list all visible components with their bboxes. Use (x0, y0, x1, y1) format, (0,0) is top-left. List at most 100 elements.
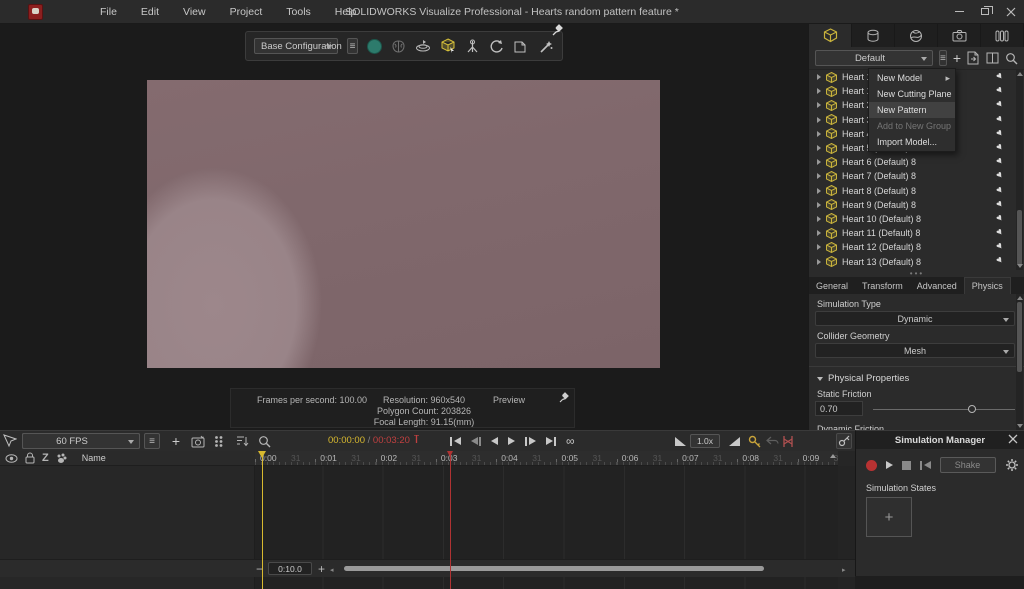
tab-appearances[interactable] (852, 24, 895, 47)
record-button[interactable] (866, 459, 877, 471)
menu-item[interactable]: Tools (274, 0, 323, 24)
context-menu-item[interactable]: New Model ▸ (869, 70, 955, 86)
property-tab[interactable]: General (809, 279, 855, 294)
add-model-button[interactable]: + (953, 50, 961, 66)
scroll-down-icon[interactable] (1017, 424, 1023, 428)
menu-item[interactable]: View (171, 0, 218, 24)
search-button[interactable] (1005, 50, 1018, 66)
ramp-out-button[interactable] (726, 433, 742, 449)
reset-camera-button[interactable] (489, 37, 504, 55)
model-set-menu-button[interactable]: ≡ (939, 50, 947, 66)
menu-item[interactable]: File (88, 0, 129, 24)
preview-mode-button[interactable] (367, 37, 382, 55)
simulation-manager-header[interactable]: Simulation Manager (856, 431, 1024, 449)
context-menu-item[interactable]: New Pattern (869, 102, 955, 118)
expand-icon[interactable] (817, 130, 821, 137)
expand-icon[interactable] (817, 159, 821, 166)
play-button[interactable] (508, 437, 515, 445)
tree-row[interactable]: Heart 8 (Default) 8 ♥ (809, 184, 1017, 198)
expand-icon[interactable] (817, 145, 821, 152)
scroll-left-icon[interactable]: ◂ (330, 566, 334, 574)
expand-icon[interactable] (817, 215, 821, 222)
fps-select[interactable]: 60 FPS (22, 433, 140, 449)
static-friction-input[interactable]: 0.70 (815, 401, 863, 416)
render-animation-button[interactable] (190, 433, 206, 449)
property-tab[interactable]: Transform (855, 279, 910, 294)
autokey-button[interactable] (746, 433, 762, 449)
scrollbar-thumb[interactable] (344, 566, 764, 571)
rewind-simulation-button[interactable] (920, 460, 931, 470)
collider-geometry-select[interactable]: Mesh (815, 343, 1015, 358)
split-view-button[interactable] (986, 50, 999, 66)
ramp-in-button[interactable] (672, 433, 688, 449)
add-simulation-state-button[interactable]: + (866, 497, 912, 537)
expand-icon[interactable] (817, 102, 821, 109)
tab-scenes[interactable] (981, 24, 1024, 47)
fast-mode-button[interactable] (440, 37, 456, 55)
tab-models[interactable] (809, 24, 852, 47)
simulation-type-select[interactable]: Dynamic (815, 311, 1015, 326)
timeline-search-button[interactable] (256, 433, 272, 449)
step-back-button[interactable] (470, 436, 481, 446)
static-friction-slider[interactable] (873, 403, 1015, 415)
keyframe-select-tool[interactable] (0, 431, 17, 451)
visibility-eye-icon[interactable] (5, 453, 18, 463)
tree-row[interactable]: Heart 7 (Default) 8 ♥ (809, 169, 1017, 183)
scroll-up-icon[interactable] (1016, 72, 1023, 76)
zoom-in-button[interactable]: + (318, 563, 325, 575)
physics-scrollbar[interactable] (1016, 294, 1023, 430)
trim-button[interactable] (780, 433, 796, 449)
tree-row[interactable]: Heart 6 (Default) 8 ♥ (809, 155, 1017, 169)
tree-row[interactable]: Heart 11 (Default) 8 ♥ (809, 226, 1017, 240)
loop-button[interactable]: ∞ (566, 435, 575, 447)
minimize-button[interactable] (946, 0, 972, 24)
expand-icon[interactable] (817, 244, 821, 251)
motion-study-menu-button[interactable]: ≡ (144, 433, 160, 449)
timeline-ruler[interactable]: 0:00 31 0:01 31 0:02 31 0:03 31 0:04 31 … (255, 451, 838, 466)
tree-row[interactable]: Heart 12 (Default) 8 ♥ (809, 240, 1017, 254)
close-button[interactable] (998, 0, 1024, 24)
restore-button[interactable] (972, 0, 998, 24)
ruler-scroll-icon[interactable] (830, 454, 836, 458)
menu-item[interactable]: Edit (129, 0, 171, 24)
tree-row[interactable]: Heart 13 (Default) 8 ♥ (809, 254, 1017, 268)
expand-icon[interactable] (817, 187, 821, 194)
denoiser-button[interactable] (391, 37, 406, 55)
scrollbar-thumb[interactable] (1017, 302, 1022, 372)
playhead-flag-icon[interactable] (258, 451, 266, 458)
export-model-button[interactable] (967, 50, 980, 66)
expand-icon[interactable] (817, 173, 821, 180)
step-forward-button[interactable] (525, 436, 536, 446)
playback-speed-input[interactable]: 1.0x (690, 434, 720, 448)
scroll-down-icon[interactable] (1017, 264, 1023, 268)
context-menu-item[interactable]: Import Model... (869, 134, 955, 150)
menu-item[interactable]: Help (323, 0, 369, 24)
expand-icon[interactable] (817, 116, 821, 123)
shake-button[interactable]: Shake (939, 457, 996, 473)
end-flag-icon[interactable] (447, 451, 453, 457)
playhead[interactable] (258, 451, 266, 589)
play-simulation-button[interactable] (886, 461, 893, 469)
end-time-marker[interactable] (447, 451, 453, 589)
render-image[interactable] (147, 80, 660, 368)
physical-properties-section[interactable]: Physical Properties (817, 373, 1024, 384)
add-keyframe-button[interactable]: + (168, 433, 184, 449)
expand-icon[interactable] (817, 88, 821, 95)
horizontal-scrollbar[interactable] (336, 565, 836, 573)
sort-tracks-button[interactable] (234, 433, 250, 449)
context-menu-item[interactable]: New Cutting Plane (869, 86, 955, 102)
expand-icon[interactable] (817, 74, 821, 81)
expand-icon[interactable] (817, 258, 821, 265)
property-tab[interactable]: Advanced (910, 279, 964, 294)
pin-icon[interactable] (551, 24, 563, 37)
expand-icon[interactable] (817, 201, 821, 208)
skip-end-button[interactable] (545, 436, 556, 446)
gear-icon[interactable] (1005, 458, 1019, 472)
scroll-right-icon[interactable]: ▸ (842, 566, 846, 574)
tab-environments[interactable] (895, 24, 938, 47)
close-icon[interactable] (1008, 434, 1018, 444)
pin-icon[interactable] (558, 392, 569, 404)
stop-simulation-button[interactable] (902, 460, 911, 470)
zoom-range-input[interactable]: 0:10.0 (268, 562, 312, 575)
configuration-select[interactable]: Base Configuration (254, 38, 342, 54)
